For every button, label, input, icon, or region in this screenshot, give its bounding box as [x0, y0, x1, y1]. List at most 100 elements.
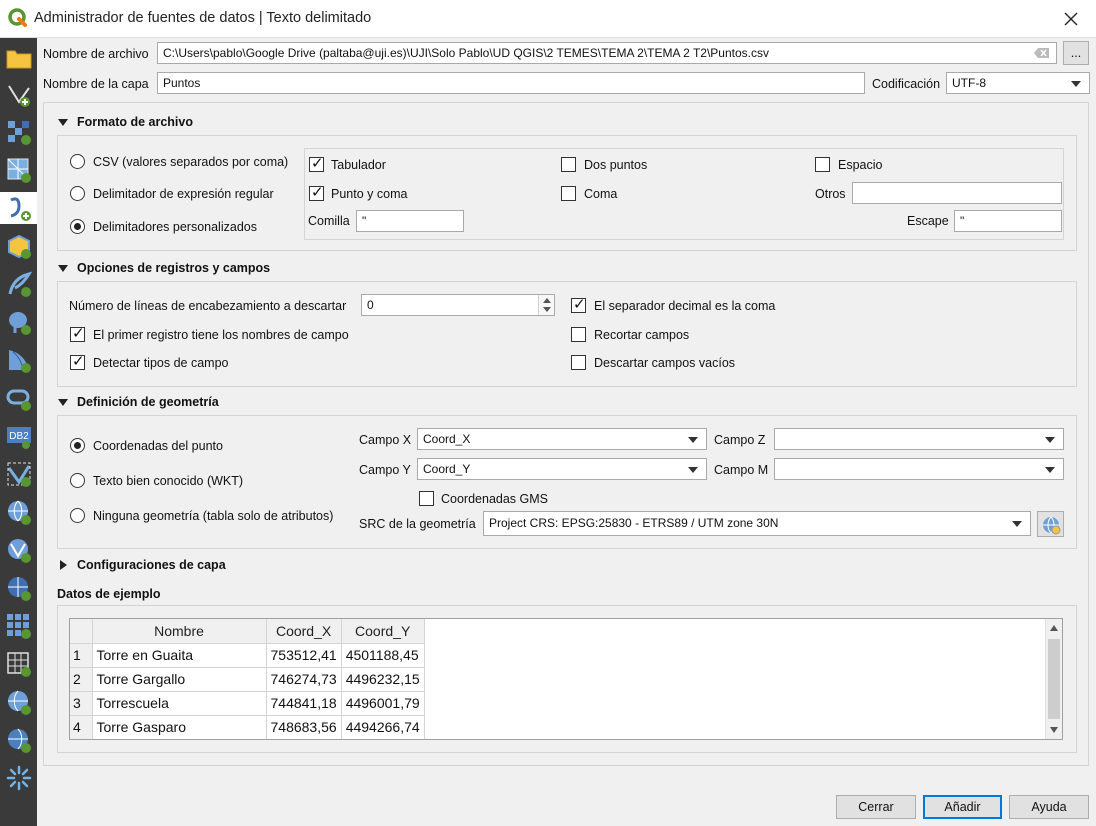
sidebar-item-mesh[interactable]	[3, 154, 34, 186]
sidebar-item-virtual-layer[interactable]	[3, 458, 34, 490]
expand-arrow-icon[interactable]	[60, 560, 67, 570]
encoding-select[interactable]: UTF-8	[946, 72, 1090, 94]
table-row[interactable]: 4 Torre Gasparo 748683,56 4494266,74	[70, 715, 425, 739]
cell-coord-y[interactable]: 4501188,45	[341, 643, 425, 668]
quote-input[interactable]: "	[356, 210, 464, 232]
sidebar-item-delimited-text[interactable]	[0, 192, 37, 224]
sidebar-item-oracle[interactable]	[3, 382, 34, 414]
clear-icon[interactable]	[1034, 47, 1050, 59]
vertical-scrollbar[interactable]	[1045, 619, 1062, 739]
records-group: Número de líneas de encabezamiento a des…	[57, 281, 1077, 387]
browse-button[interactable]: ...	[1063, 41, 1089, 65]
scroll-thumb[interactable]	[1048, 639, 1060, 719]
y-field-select[interactable]: Coord_Y	[417, 458, 707, 480]
checkbox-trim-fields[interactable]	[571, 327, 586, 342]
scroll-down-icon[interactable]	[1050, 727, 1058, 733]
checkbox-decimal-comma[interactable]: ✓	[571, 296, 586, 313]
table-row[interactable]: 2 Torre Gargallo 746274,73 4496232,15	[70, 667, 425, 692]
records-title[interactable]: Opciones de registros y campos	[77, 261, 270, 275]
z-field-select[interactable]	[774, 428, 1064, 450]
radio-regex[interactable]	[70, 186, 85, 201]
cell-coord-y[interactable]: 4496232,15	[341, 667, 425, 692]
postgresql-icon	[9, 312, 31, 335]
geometry-title[interactable]: Definición de geometría	[77, 395, 219, 409]
sidebar-item-vector-tile[interactable]	[3, 648, 34, 680]
file-path-input[interactable]: C:\Users\pablo\Google Drive (paltaba@uji…	[157, 42, 1057, 64]
sidebar-item-raster[interactable]	[3, 116, 34, 148]
sidebar-item-postgresql[interactable]	[3, 306, 34, 338]
table-row[interactable]: 1 Torre en Guaita 753512,41 4501188,45	[70, 643, 425, 668]
column-header[interactable]: Coord_X	[266, 619, 342, 644]
spin-buttons[interactable]	[538, 295, 554, 315]
corner-header	[70, 619, 93, 644]
skip-lines-spinbox[interactable]: 0	[361, 294, 555, 316]
cell-nombre[interactable]: Torre Gasparo	[92, 715, 267, 739]
checkbox-detect-types[interactable]: ✓	[70, 353, 85, 370]
checkbox-discard-empty[interactable]	[571, 355, 586, 370]
sidebar-item-wfs[interactable]	[3, 534, 34, 566]
scroll-up-icon[interactable]	[1050, 625, 1058, 631]
sidebar-item-mssql[interactable]	[3, 344, 34, 376]
add-button[interactable]: Añadir	[923, 795, 1002, 819]
checkbox-dms[interactable]	[419, 491, 434, 506]
help-button[interactable]: Ayuda	[1009, 795, 1089, 819]
checkbox-decimal-comma-label: El separador decimal es la coma	[594, 299, 776, 313]
x-field-select[interactable]: Coord_X	[417, 428, 707, 450]
column-header[interactable]: Coord_Y	[341, 619, 425, 644]
escape-label: Escape	[907, 214, 949, 228]
cell-coord-y[interactable]: 4494266,74	[341, 715, 425, 739]
sidebar-item-geonode[interactable]	[3, 762, 34, 794]
sample-data-table[interactable]: Nombre Coord_X Coord_Y 1 Torre en Guaita…	[69, 618, 1063, 740]
close-icon[interactable]	[1058, 6, 1084, 32]
column-header[interactable]: Nombre	[92, 619, 267, 644]
close-button[interactable]: Cerrar	[836, 795, 916, 819]
collapse-arrow-icon[interactable]	[58, 399, 68, 406]
row-number: 3	[70, 691, 93, 716]
sidebar-item-spatialite[interactable]	[3, 268, 34, 300]
sidebar-item-geopackage[interactable]	[3, 230, 34, 262]
spin-up-icon[interactable]	[543, 298, 551, 303]
cell-coord-x[interactable]: 753512,41	[266, 643, 342, 668]
mssql-icon	[9, 350, 31, 373]
checkbox-tab[interactable]: ✓	[309, 155, 324, 172]
sidebar-item-xyz[interactable]	[3, 610, 34, 642]
checkbox-space[interactable]	[815, 157, 830, 172]
sidebar-item-wms[interactable]	[3, 496, 34, 528]
radio-wkt[interactable]	[70, 473, 85, 488]
spin-down-icon[interactable]	[543, 307, 551, 312]
select-crs-button[interactable]	[1037, 511, 1064, 537]
layer-settings-title[interactable]: Configuraciones de capa	[77, 558, 226, 572]
radio-custom[interactable]	[70, 219, 85, 234]
radio-csv[interactable]	[70, 154, 85, 169]
sidebar-item-vector[interactable]	[3, 78, 34, 110]
crs-select[interactable]: Project CRS: EPSG:25830 - ETRS89 / UTM z…	[483, 511, 1031, 536]
checkbox-colon[interactable]	[561, 157, 576, 172]
sidebar-item-browser[interactable]	[3, 42, 34, 74]
others-input[interactable]	[852, 182, 1062, 204]
cell-coord-x[interactable]: 748683,56	[266, 715, 342, 739]
radio-point-coordinates[interactable]	[70, 438, 85, 453]
radio-no-geometry[interactable]	[70, 508, 85, 523]
sidebar-item-arcgis-featureserver[interactable]	[3, 724, 34, 756]
z-field-label: Campo Z	[714, 433, 766, 447]
collapse-arrow-icon[interactable]	[58, 119, 68, 126]
cell-coord-y[interactable]: 4496001,79	[341, 691, 425, 716]
m-field-select[interactable]	[774, 458, 1064, 480]
svg-text:DB2: DB2	[9, 431, 29, 442]
cell-coord-x[interactable]: 746274,73	[266, 667, 342, 692]
checkbox-semicolon[interactable]: ✓	[309, 184, 324, 201]
sidebar-item-db2[interactable]: DB2	[3, 420, 34, 452]
escape-input[interactable]: "	[954, 210, 1062, 232]
file-format-title[interactable]: Formato de archivo	[77, 115, 193, 129]
sidebar-item-arcgis-mapserver[interactable]	[3, 686, 34, 718]
sidebar-item-wcs[interactable]	[3, 572, 34, 604]
checkbox-first-record-names[interactable]: ✓	[70, 325, 85, 342]
cell-nombre[interactable]: Torre Gargallo	[92, 667, 267, 692]
cell-nombre[interactable]: Torre en Guaita	[92, 643, 267, 668]
checkbox-comma[interactable]	[561, 186, 576, 201]
table-row[interactable]: 3 Torrescuela 744841,18 4496001,79	[70, 691, 425, 716]
cell-coord-x[interactable]: 744841,18	[266, 691, 342, 716]
layer-name-input[interactable]: Puntos	[157, 72, 865, 94]
cell-nombre[interactable]: Torrescuela	[92, 691, 267, 716]
collapse-arrow-icon[interactable]	[58, 265, 68, 272]
